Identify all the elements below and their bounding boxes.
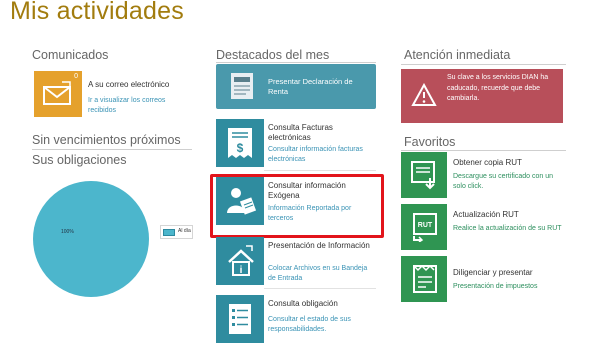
obligaciones-heading: Sus obligaciones [32,153,127,167]
rut-update-icon: RUT [413,213,437,242]
presentacion-tile[interactable]: i [216,237,264,285]
obligacion-link[interactable]: Consultar el estado de sus responsabilid… [268,315,374,334]
presentacion-divider [264,288,376,289]
comunicados-heading: Comunicados [32,48,109,62]
rut-download-icon [411,161,435,190]
vencimientos-heading: Sin vencimientos próximos [32,133,181,147]
facturas-tile[interactable]: $ [216,119,264,167]
diligenciar-title: Diligenciar y presentar [453,268,533,277]
facturas-divider [264,170,376,171]
form-stamp-icon [413,264,437,293]
mail-tile[interactable]: 0 [34,71,82,117]
renta-banner-label: Presentar Declaración de Renta [268,77,353,96]
actualizacion-rut-link[interactable]: Realice la actualización de su RUT [453,224,563,234]
house-upload-icon: i [228,245,254,276]
fav-actualizacion-rut[interactable]: RUT Actualización RUT Realice la actuali… [401,204,566,252]
obligacion-item[interactable]: Consulta obligación Consultar el estado … [216,295,376,345]
mail-link[interactable]: Ir a visualizar los correos recibidos [88,96,193,115]
facturas-link[interactable]: Consultar información facturas electróni… [268,145,374,164]
mail-count-badge: 0 [74,73,78,80]
svg-text:RUT: RUT [418,222,433,229]
presentacion-link[interactable]: Colocar Archivos en su Bandeja de Entrad… [268,264,374,283]
document-icon [231,73,253,99]
favoritos-heading: Favoritos [404,135,456,149]
copia-rut-link[interactable]: Descargue su certificado con un solo cli… [453,172,563,191]
password-alert-text: Su clave a los servicios DIAN ha caducad… [447,74,549,102]
renta-banner[interactable]: Presentar Declaración de Renta [216,64,376,109]
atencion-divider [401,64,566,65]
invoice-icon: $ [228,128,252,158]
presentacion-item[interactable]: i Presentación de Información Colocar Ar… [216,237,376,289]
svg-text:i: i [240,265,243,276]
vencimientos-divider [32,149,192,150]
fav-diligenciar[interactable]: Diligenciar y presentar Presentación de … [401,256,566,304]
favoritos-divider [401,150,566,151]
actualizacion-rut-title: Actualización RUT [453,210,519,219]
diligenciar-tile[interactable] [401,256,447,302]
destacados-heading: Destacados del mes [216,48,330,62]
warning-icon [411,83,437,106]
pie-percent-label: 100% [61,229,74,235]
password-alert-card[interactable]: Su clave a los servicios DIAN ha caducad… [401,69,563,123]
destacados-divider [216,62,376,63]
checklist-icon [229,304,251,334]
svg-text:$: $ [237,141,244,155]
obligaciones-pie-chart [33,181,149,297]
presentacion-title: Presentación de Información [268,241,370,250]
legend-label: Al día [178,228,191,234]
facturas-title: Consulta Facturas electrónicas [268,123,333,142]
atencion-heading: Atención inmediata [404,48,511,62]
envelope-icon [43,81,71,105]
actualizacion-rut-tile[interactable]: RUT [401,204,447,250]
facturas-item[interactable]: $ Consulta Facturas electrónicas Consult… [216,119,376,171]
highlight-box [210,174,384,238]
diligenciar-link[interactable]: Presentación de impuestos [453,282,563,292]
fav-copia-rut[interactable]: Obtener copia RUT Descargue su certifica… [401,152,566,200]
obligacion-tile[interactable] [216,295,264,343]
mail-title: A su correo electrónico [88,80,170,89]
copia-rut-title: Obtener copia RUT [453,158,522,167]
legend-swatch [163,229,175,236]
obligacion-title: Consulta obligación [268,299,338,308]
page-title: Mis actividades [10,0,184,25]
copia-rut-tile[interactable] [401,152,447,198]
